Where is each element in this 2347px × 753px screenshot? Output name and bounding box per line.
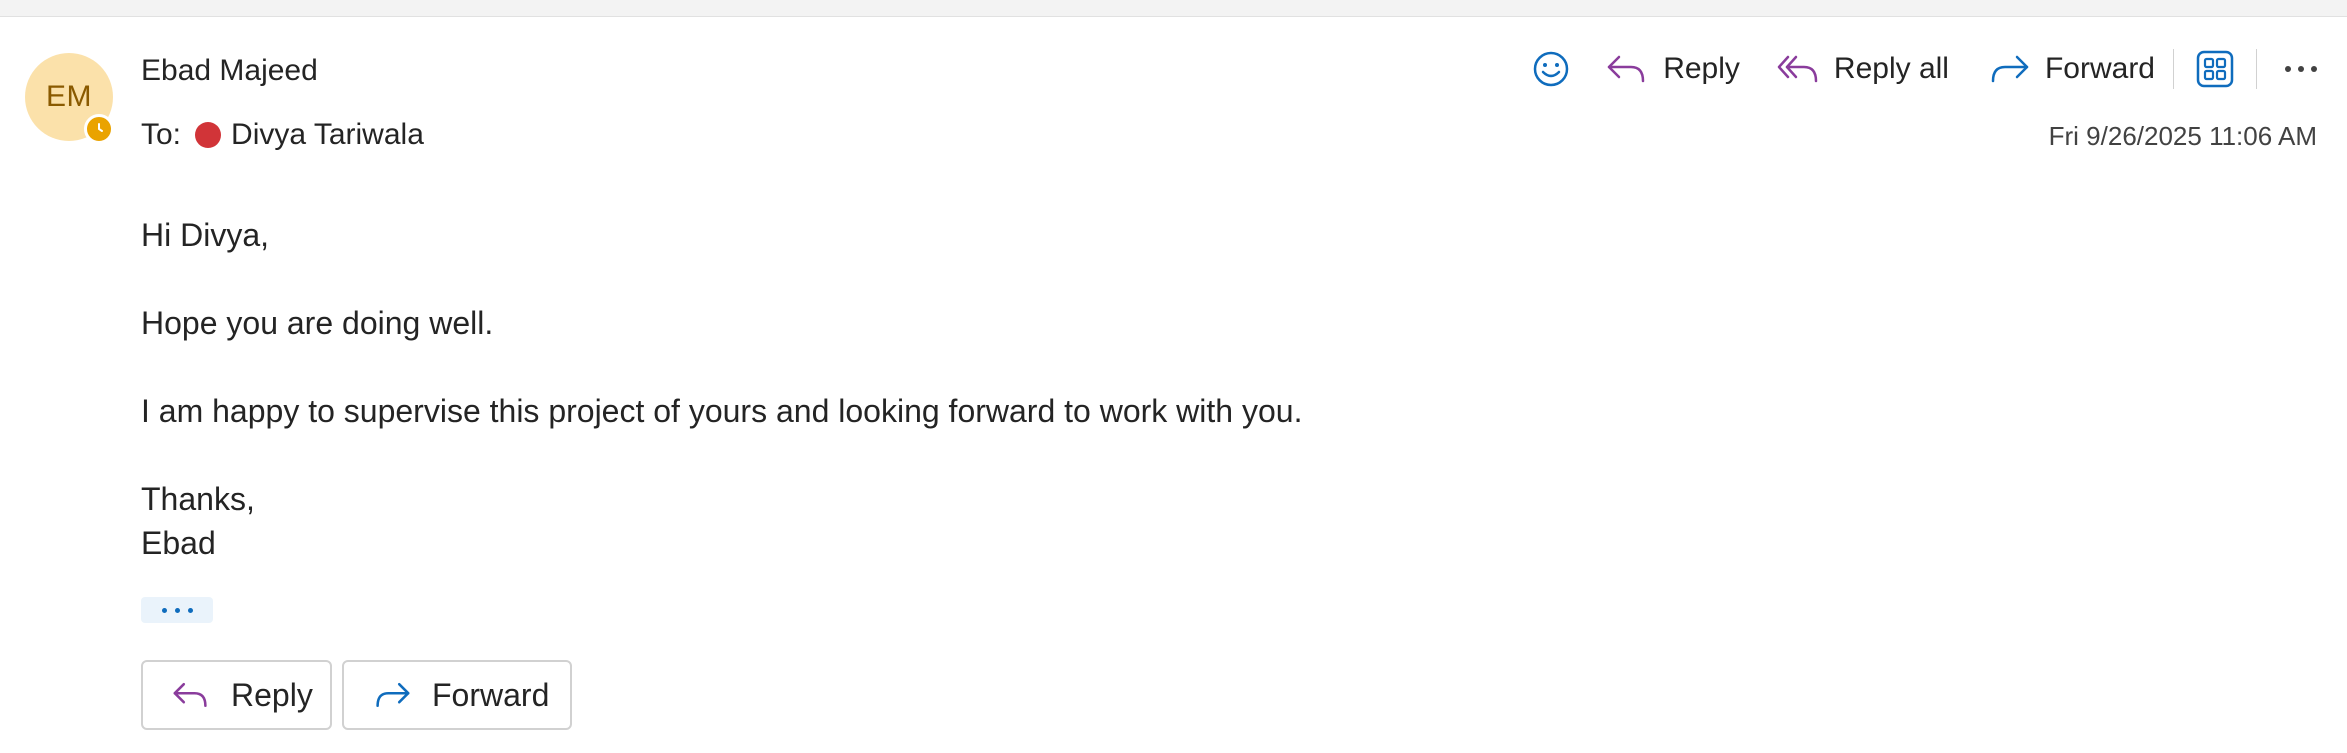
clock-icon [98,123,103,132]
reply-icon [173,682,207,708]
presence-away-icon [84,114,114,144]
body-greeting: Hi Divya, [141,217,270,253]
to-label: To: [141,118,182,151]
footer-reply-label: Reply [231,676,313,713]
reply-icon [1607,55,1645,83]
message-timestamp: Fri 9/26/2025 11:06 AM [2048,121,2317,151]
sender-name[interactable]: Ebad Majeed [141,53,318,89]
forward-icon [376,682,410,708]
footer-forward-label: Forward [432,676,550,713]
reply-all-label: Reply all [1833,52,1949,85]
reply-label: Reply [1663,52,1740,85]
reply-all-icon [1777,55,1818,83]
message-toolbar: Reply Reply all Forward [1531,44,2319,94]
forward-label: Forward [2044,52,2155,85]
recipient-row: To: Divya Tariwala [141,117,424,153]
recipient-name[interactable]: Divya Tariwala [231,117,424,153]
footer-reply-button[interactable]: Reply [141,660,332,730]
more-icon [2285,66,2317,72]
recipient-avatar-dot [195,122,222,148]
forward-icon [1991,55,2029,83]
body-signature: Ebad [141,525,216,561]
avatar-initials: EM [46,80,92,113]
reply-button[interactable]: Reply [1605,49,1740,89]
apps-icon [2196,50,2234,88]
emoji-reaction-button[interactable] [1531,49,1571,89]
body-signoff: Thanks, [141,481,255,517]
more-actions-button[interactable] [2283,59,2319,79]
body-line: Hope you are doing well. [141,305,494,341]
footer-forward-button[interactable]: Forward [342,660,572,730]
body-line: I am happy to supervise this project of … [141,393,1303,429]
apps-button[interactable] [2196,50,2234,88]
toolbar-separator [2173,49,2174,89]
toolbar-separator [2256,49,2257,89]
reply-all-button[interactable]: Reply all [1776,49,1949,89]
show-trimmed-content-button[interactable] [141,597,213,623]
emoji-icon [1533,51,1569,87]
forward-button[interactable]: Forward [1987,49,2155,89]
top-bar [0,0,2347,17]
